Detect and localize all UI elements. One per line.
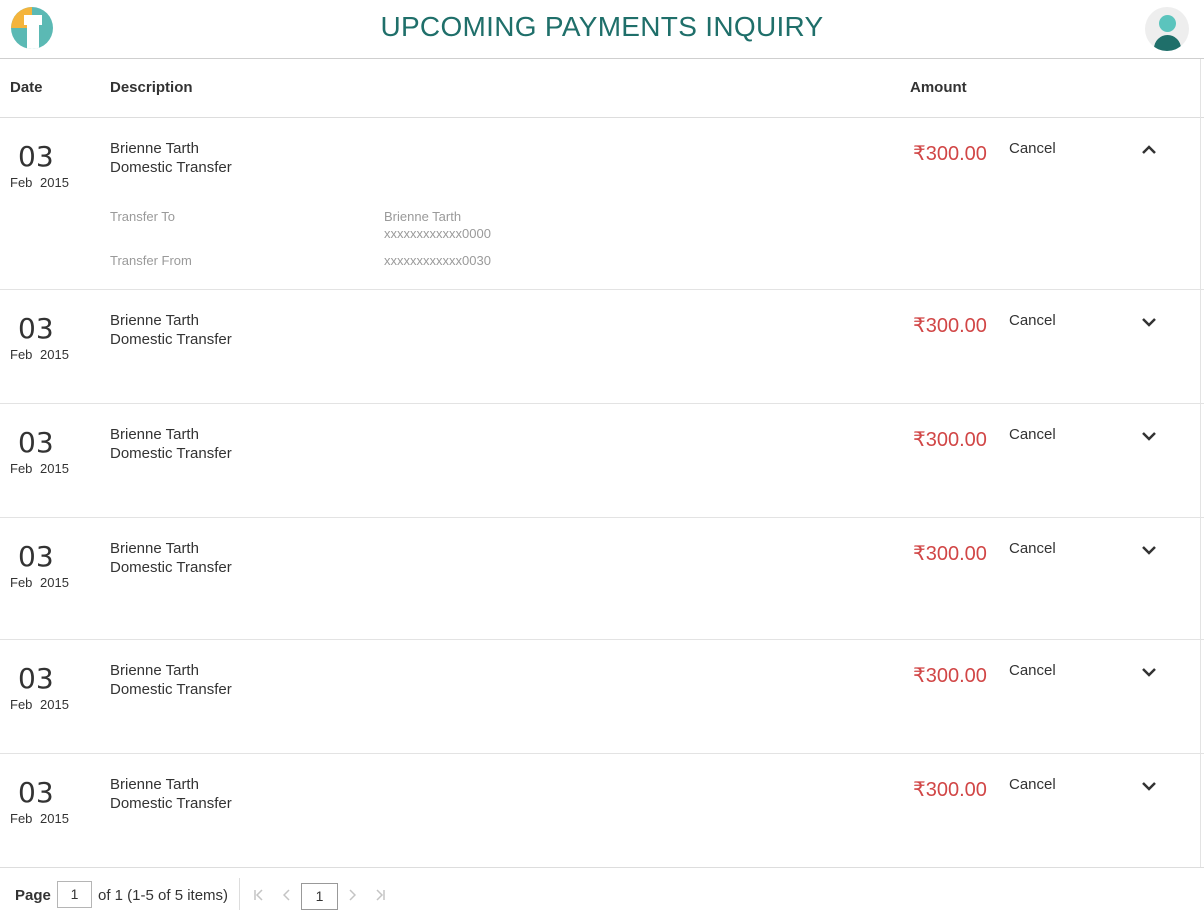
payment-month-year: Feb 2015 bbox=[10, 575, 69, 590]
payment-amount: ₹300.00 bbox=[913, 429, 987, 451]
page-title: UPCOMING PAYMENTS INQUIRY bbox=[380, 11, 824, 42]
chevron-down-icon[interactable] bbox=[1141, 780, 1157, 792]
cancel-button[interactable]: Cancel bbox=[1009, 312, 1056, 329]
payee-name: Brienne Tarth bbox=[110, 426, 199, 443]
payment-month-year: Feb 2015 bbox=[10, 697, 69, 712]
chevron-down-icon[interactable] bbox=[1141, 316, 1157, 328]
transfer-to-account: xxxxxxxxxxxx0000 bbox=[384, 226, 491, 241]
payment-day: 03 bbox=[18, 312, 54, 345]
user-avatar-icon[interactable] bbox=[1145, 7, 1189, 51]
payment-type: Domestic Transfer bbox=[110, 331, 232, 348]
app-header: UPCOMING PAYMENTS INQUIRY bbox=[0, 0, 1204, 59]
payee-name: Brienne Tarth bbox=[110, 662, 199, 679]
page-number-input[interactable]: 1 bbox=[57, 881, 92, 908]
last-page-icon[interactable] bbox=[375, 889, 386, 901]
column-header-description: Description bbox=[110, 79, 193, 96]
transfer-from-label: Transfer From bbox=[110, 253, 192, 268]
chevron-down-icon[interactable] bbox=[1141, 430, 1157, 442]
payment-amount: ₹300.00 bbox=[913, 779, 987, 801]
payment-row[interactable]: 03 Feb 2015 Brienne Tarth Domestic Trans… bbox=[0, 754, 1204, 867]
table-header: Date Description Amount bbox=[0, 59, 1204, 118]
payment-day: 03 bbox=[18, 426, 54, 459]
payment-row[interactable]: 03 Feb 2015 Brienne Tarth Domestic Trans… bbox=[0, 404, 1204, 518]
payment-amount: ₹300.00 bbox=[913, 543, 987, 565]
payee-name: Brienne Tarth bbox=[110, 312, 199, 329]
payment-day: 03 bbox=[18, 140, 54, 173]
column-header-date: Date bbox=[10, 79, 43, 96]
cancel-button[interactable]: Cancel bbox=[1009, 426, 1056, 443]
payment-type: Domestic Transfer bbox=[110, 445, 232, 462]
payment-row[interactable]: 03 Feb 2015 Brienne Tarth Domestic Trans… bbox=[0, 118, 1204, 290]
payment-month-year: Feb 2015 bbox=[10, 347, 69, 362]
payment-month-year: Feb 2015 bbox=[10, 461, 69, 476]
payment-type: Domestic Transfer bbox=[110, 159, 232, 176]
pagination-bar: Page 1 of 1 (1-5 of 5 items) 1 bbox=[0, 867, 1204, 917]
payee-name: Brienne Tarth bbox=[110, 140, 199, 157]
chevron-down-icon[interactable] bbox=[1141, 666, 1157, 678]
payment-amount: ₹300.00 bbox=[913, 665, 987, 687]
chevron-up-icon[interactable] bbox=[1141, 144, 1157, 156]
transfer-from-account: xxxxxxxxxxxx0030 bbox=[384, 253, 491, 268]
payment-row[interactable]: 03 Feb 2015 Brienne Tarth Domestic Trans… bbox=[0, 518, 1204, 640]
transfer-to-label: Transfer To bbox=[110, 209, 176, 224]
chevron-down-icon[interactable] bbox=[1141, 544, 1157, 556]
column-header-amount: Amount bbox=[910, 79, 967, 96]
payment-month-year: Feb 2015 bbox=[10, 811, 69, 826]
payment-type: Domestic Transfer bbox=[110, 795, 232, 812]
cancel-button[interactable]: Cancel bbox=[1009, 140, 1056, 157]
payment-amount: ₹300.00 bbox=[913, 315, 987, 337]
payment-day: 03 bbox=[18, 662, 54, 695]
payment-month-year: Feb 2015 bbox=[10, 175, 69, 190]
payment-day: 03 bbox=[18, 776, 54, 809]
payee-name: Brienne Tarth bbox=[110, 540, 199, 557]
pager-divider bbox=[239, 878, 240, 910]
payment-day: 03 bbox=[18, 540, 54, 573]
first-page-icon[interactable] bbox=[253, 889, 264, 901]
payment-row[interactable]: 03 Feb 2015 Brienne Tarth Domestic Trans… bbox=[0, 290, 1204, 404]
page-count-text: of 1 (1-5 of 5 items) bbox=[98, 887, 229, 904]
cancel-button[interactable]: Cancel bbox=[1009, 776, 1056, 793]
page-label: Page bbox=[15, 887, 51, 904]
prev-page-icon[interactable] bbox=[283, 889, 291, 901]
payment-amount: ₹300.00 bbox=[913, 143, 987, 165]
transfer-to-name: Brienne Tarth bbox=[384, 209, 462, 224]
cancel-button[interactable]: Cancel bbox=[1009, 540, 1056, 557]
payee-name: Brienne Tarth bbox=[110, 776, 199, 793]
payment-row[interactable]: 03 Feb 2015 Brienne Tarth Domestic Trans… bbox=[0, 640, 1204, 754]
payment-type: Domestic Transfer bbox=[110, 559, 232, 576]
next-page-icon[interactable] bbox=[348, 889, 356, 901]
cancel-button[interactable]: Cancel bbox=[1009, 662, 1056, 679]
payment-type: Domestic Transfer bbox=[110, 681, 232, 698]
current-page-button[interactable]: 1 bbox=[301, 883, 338, 910]
